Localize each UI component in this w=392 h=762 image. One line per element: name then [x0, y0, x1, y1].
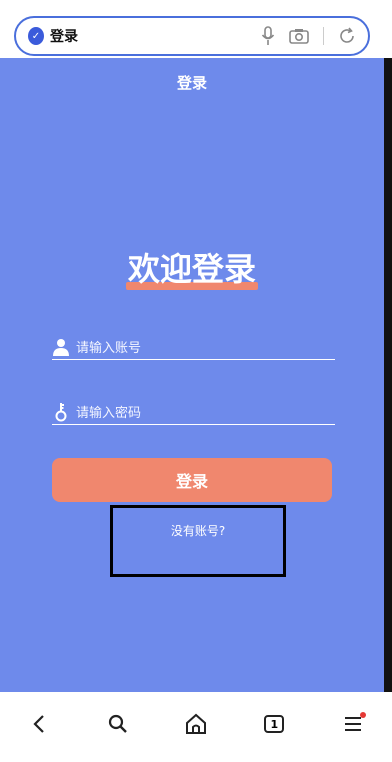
bottom-nav-bar: 1 [0, 692, 392, 762]
shield-check-icon: ✓ [28, 27, 44, 45]
home-icon [185, 713, 206, 734]
menu-icon [344, 717, 361, 731]
no-account-link[interactable]: 没有账号? [113, 522, 283, 539]
key-icon [52, 402, 70, 422]
address-text: 登录 [50, 29, 78, 45]
tab-count: 1 [264, 715, 285, 733]
right-edge-strip [384, 58, 392, 692]
password-placeholder: 请输入密码 [76, 406, 142, 421]
home-button[interactable] [176, 704, 216, 744]
page-title: 登录 [176, 74, 207, 92]
search-button[interactable] [98, 704, 138, 744]
account-placeholder: 请输入账号 [76, 341, 142, 356]
browser-top-bar: ✓ 登录 [0, 0, 392, 60]
welcome-heading: 欢迎登录 [125, 244, 258, 290]
refresh-icon[interactable] [338, 27, 356, 45]
user-icon [52, 337, 70, 357]
divider [323, 27, 324, 45]
chevron-left-icon [33, 715, 44, 733]
search-icon [108, 714, 127, 733]
login-button[interactable]: 登录 [52, 458, 332, 502]
no-account-highlight-box: 没有账号? [110, 505, 286, 577]
tabs-button[interactable]: 1 [254, 704, 294, 744]
password-field[interactable]: 请输入密码 [52, 399, 335, 425]
address-bar[interactable]: ✓ 登录 [14, 16, 370, 56]
notification-dot [359, 712, 366, 718]
login-page: 登录 欢迎登录 请输入账号 请输入密码 登录 没有账号? [0, 58, 384, 692]
account-field[interactable]: 请输入账号 [52, 334, 335, 360]
welcome-heading-text: 欢迎登录 [127, 250, 256, 288]
back-button[interactable] [19, 704, 59, 744]
microphone-icon[interactable] [261, 26, 275, 46]
menu-button[interactable] [333, 704, 373, 744]
welcome-heading-wrap: 欢迎登录 [0, 244, 384, 290]
camera-icon[interactable] [289, 28, 309, 44]
